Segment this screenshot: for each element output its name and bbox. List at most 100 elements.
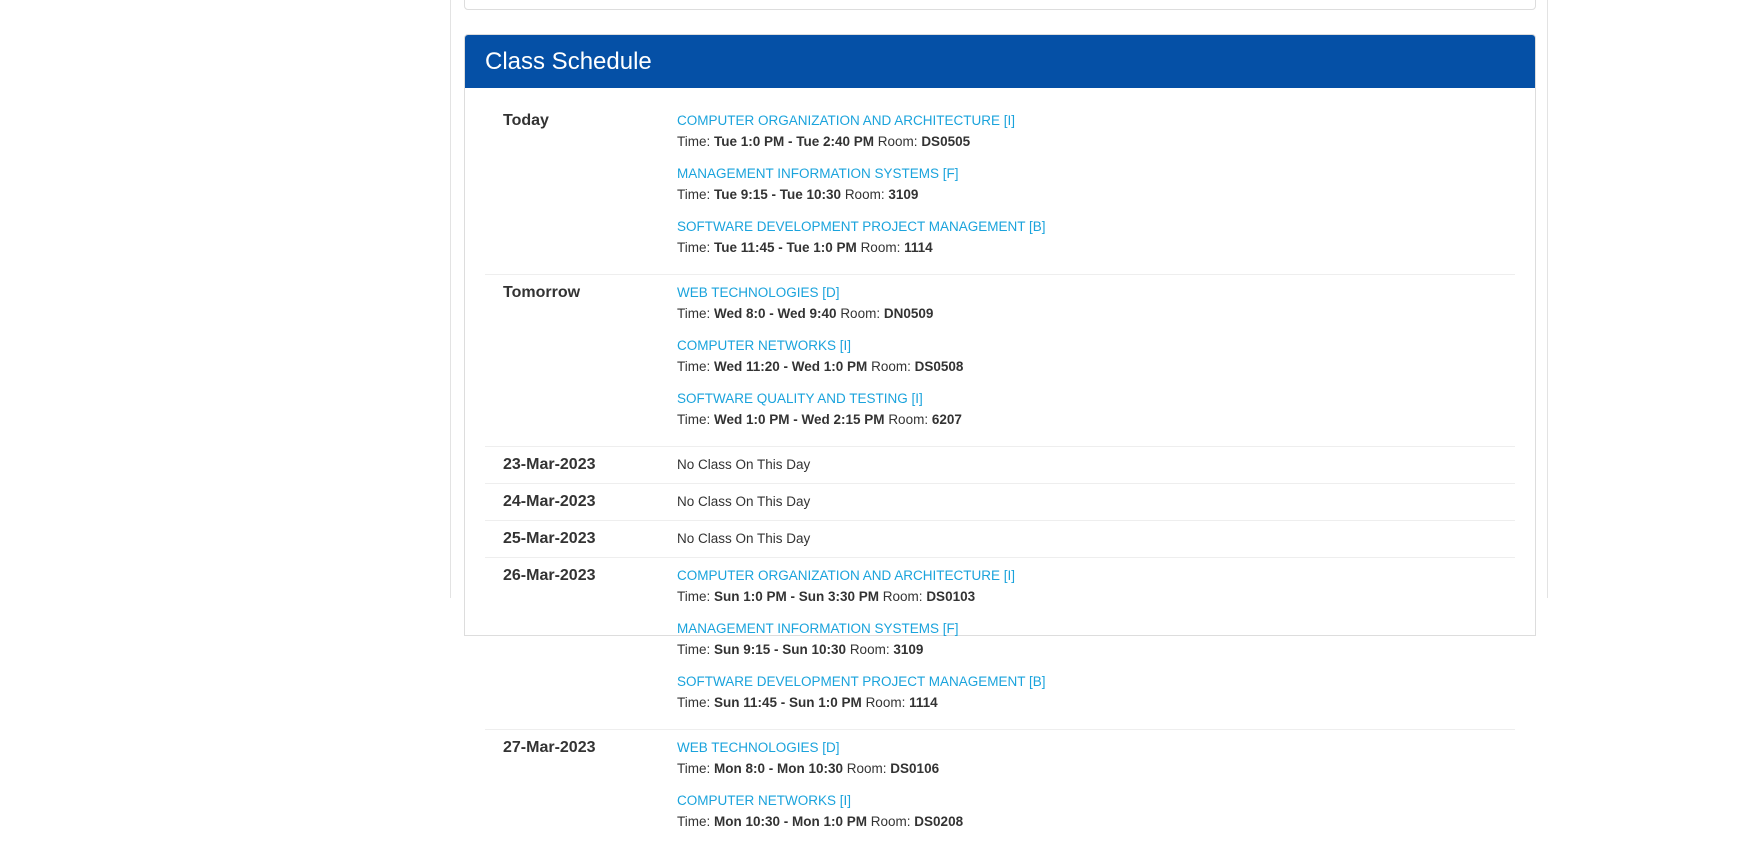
time-label: Time:: [677, 412, 714, 427]
room-value: 1114: [909, 695, 938, 710]
time-label: Time:: [677, 306, 714, 321]
time-value: Tue 1:0 PM - Tue 2:40 PM: [714, 134, 875, 149]
room-value: 6207: [931, 412, 962, 427]
room-label: Room:: [849, 642, 894, 657]
time-label: Time:: [677, 642, 714, 657]
day-label: 27-Mar-2023: [503, 739, 596, 756]
time-value: Sun 9:15 - Sun 10:30: [714, 642, 847, 657]
room-label: Room:: [871, 359, 915, 374]
class-link[interactable]: MANAGEMENT INFORMATION SYSTEMS [F]: [677, 164, 1088, 184]
class-link[interactable]: SOFTWARE DEVELOPMENT PROJECT MANAGEMENT …: [677, 217, 1088, 237]
class-entry: COMPUTER NETWORKS [I] Time: Wed 11:20 - W…: [677, 336, 1088, 378]
no-class-message: No Class On This Day: [677, 457, 811, 472]
day-label: 23-Mar-2023: [503, 456, 596, 473]
day-row: 25-Mar-2023 No Class On This Day: [485, 520, 1515, 557]
class-entry: SOFTWARE DEVELOPMENT PROJECT MANAGEMENT …: [677, 217, 1088, 259]
day-row: 27-Mar-2023 WEB TECHNOLOGIES [D] Time: Mon…: [485, 729, 1515, 848]
room-value: 3109: [893, 642, 924, 657]
class-link[interactable]: COMPUTER NETWORKS [I]: [677, 791, 1088, 811]
class-link[interactable]: WEB TECHNOLOGIES [D]: [677, 283, 1088, 303]
time-label: Time:: [677, 187, 714, 202]
no-class-message: No Class On This Day: [677, 531, 811, 546]
class-link[interactable]: COMPUTER NETWORKS [I]: [677, 336, 1088, 356]
day-row: Today COMPUTER ORGANIZATION AND ARCHITECT…: [485, 88, 1515, 274]
room-label: Room:: [870, 814, 915, 829]
class-entry: SOFTWARE DEVELOPMENT PROJECT MANAGEMENT …: [677, 672, 1088, 714]
class-time-room: Time: Wed 8:0 - Wed 9:40 Room: DN0509: [677, 303, 1088, 325]
class-time-room: Time: Sun 11:45 - Sun 1:0 PM Room: 1114: [677, 692, 1088, 714]
class-entry: COMPUTER ORGANIZATION AND ARCHITECTURE […: [677, 566, 1088, 608]
class-time-room: Time: Mon 8:0 - Mon 10:30 Room: DS0106: [677, 758, 1088, 780]
time-value: Tue 11:45 - Tue 1:0 PM: [714, 240, 857, 255]
day-label: 25-Mar-2023: [503, 530, 596, 547]
time-value: Mon 10:30 - Mon 1:0 PM: [714, 814, 868, 829]
day-row: Tomorrow WEB TECHNOLOGIES [D] Time: Wed 8:…: [485, 274, 1515, 446]
class-entry: WEB TECHNOLOGIES [D] Time: Mon 8:0 - Mon …: [677, 738, 1088, 780]
class-time-room: Time: Sun 1:0 PM - Sun 3:30 PM Room: DS0…: [677, 586, 1088, 608]
time-label: Time:: [677, 240, 714, 255]
time-label: Time:: [677, 134, 714, 149]
time-label: Time:: [677, 695, 714, 710]
time-value: Mon 8:0 - Mon 10:30: [714, 761, 844, 776]
class-time-room: Time: Tue 1:0 PM - Tue 2:40 PM Room: DS0…: [677, 131, 1088, 153]
panel-title: Class Schedule: [465, 35, 1535, 88]
previous-panel: [464, 0, 1536, 10]
day-classes: No Class On This Day: [677, 455, 1497, 479]
class-entry: COMPUTER ORGANIZATION AND ARCHITECTURE […: [677, 111, 1088, 153]
class-entry: MANAGEMENT INFORMATION SYSTEMS [F] Time: …: [677, 164, 1088, 206]
room-label: Room:: [877, 134, 922, 149]
class-schedule-panel: Class Schedule Today COMPUTER ORGANIZATIO…: [464, 34, 1536, 829]
class-link[interactable]: COMPUTER ORGANIZATION AND ARCHITECTURE […: [677, 111, 1088, 131]
class-time-room: Time: Wed 1:0 PM - Wed 2:15 PM Room: 620…: [677, 409, 1088, 431]
day-row: 24-Mar-2023 No Class On This Day: [485, 483, 1515, 520]
time-value: Tue 9:15 - Tue 10:30: [714, 187, 842, 202]
day-classes: WEB TECHNOLOGIES [D] Time: Mon 8:0 - Mon …: [677, 738, 1497, 844]
class-time-room: Time: Tue 9:15 - Tue 10:30 Room: 3109: [677, 184, 1088, 206]
day-classes: WEB TECHNOLOGIES [D] Time: Wed 8:0 - Wed …: [677, 283, 1497, 442]
room-label: Room:: [888, 412, 932, 427]
time-value: Sun 11:45 - Sun 1:0 PM: [714, 695, 862, 710]
time-label: Time:: [677, 359, 714, 374]
time-value: Wed 11:20 - Wed 1:0 PM: [714, 359, 868, 374]
day-classes: No Class On This Day: [677, 529, 1497, 553]
day-label: Tomorrow: [503, 284, 581, 301]
day-row: 23-Mar-2023 No Class On This Day: [485, 446, 1515, 483]
class-entry: COMPUTER NETWORKS [I] Time: Mon 10:30 - M…: [677, 791, 1088, 833]
room-value: 1114: [904, 240, 933, 255]
class-link[interactable]: WEB TECHNOLOGIES [D]: [677, 738, 1088, 758]
class-entry: SOFTWARE QUALITY AND TESTING [I] Time: We…: [677, 389, 1088, 431]
room-value: 3109: [888, 187, 919, 202]
room-value: DN0509: [883, 306, 934, 321]
day-row: 26-Mar-2023 COMPUTER ORGANIZATION AND ARC…: [485, 557, 1515, 729]
time-label: Time:: [677, 589, 714, 604]
class-entry: MANAGEMENT INFORMATION SYSTEMS [F] Time: …: [677, 619, 1088, 661]
room-value: DS0208: [914, 814, 964, 829]
room-label: Room:: [846, 761, 891, 776]
time-value: Wed 8:0 - Wed 9:40: [714, 306, 837, 321]
schedule-list: Today COMPUTER ORGANIZATION AND ARCHITECT…: [485, 88, 1515, 848]
room-value: DS0106: [890, 761, 940, 776]
day-classes: No Class On This Day: [677, 492, 1497, 516]
time-label: Time:: [677, 761, 714, 776]
room-value: DS0103: [926, 589, 976, 604]
class-time-room: Time: Wed 11:20 - Wed 1:0 PM Room: DS050…: [677, 356, 1088, 378]
class-entry: WEB TECHNOLOGIES [D] Time: Wed 8:0 - Wed …: [677, 283, 1088, 325]
class-time-room: Time: Sun 9:15 - Sun 10:30 Room: 3109: [677, 639, 1088, 661]
time-value: Wed 1:0 PM - Wed 2:15 PM: [714, 412, 885, 427]
day-label: 26-Mar-2023: [503, 567, 596, 584]
room-value: DS0505: [921, 134, 971, 149]
room-label: Room:: [840, 306, 884, 321]
class-time-room: Time: Mon 10:30 - Mon 1:0 PM Room: DS020…: [677, 811, 1088, 833]
class-link[interactable]: SOFTWARE DEVELOPMENT PROJECT MANAGEMENT …: [677, 672, 1088, 692]
class-link[interactable]: SOFTWARE QUALITY AND TESTING [I]: [677, 389, 1088, 409]
class-time-room: Time: Tue 11:45 - Tue 1:0 PM Room: 1114: [677, 237, 1088, 259]
room-label: Room:: [844, 187, 889, 202]
time-label: Time:: [677, 814, 714, 829]
room-value: DS0508: [914, 359, 964, 374]
room-label: Room:: [882, 589, 927, 604]
class-link[interactable]: MANAGEMENT INFORMATION SYSTEMS [F]: [677, 619, 1088, 639]
day-classes: COMPUTER ORGANIZATION AND ARCHITECTURE […: [677, 566, 1497, 725]
day-label: Today: [503, 112, 549, 129]
class-link[interactable]: COMPUTER ORGANIZATION AND ARCHITECTURE […: [677, 566, 1088, 586]
room-label: Room:: [860, 240, 905, 255]
